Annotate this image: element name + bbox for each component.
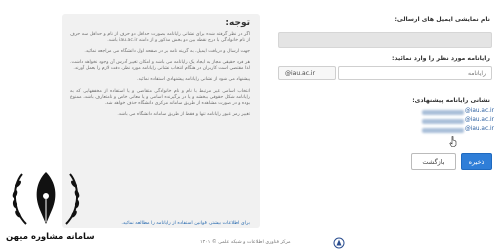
suggestion-domain: @iau.ac.ir xyxy=(464,108,494,114)
blurred-username xyxy=(422,110,464,115)
suggestion-item[interactable]: @iau.ac.ir xyxy=(406,117,496,126)
notes-title: توجه: xyxy=(225,18,250,28)
email-domain-addon: @iau.ac.ir xyxy=(278,66,336,80)
note-item: پیشنهاد می شود از نشانی رایانامه پیشنهاد… xyxy=(137,77,250,83)
username-label: رایانامه مورد نظر را وارد نمائید: xyxy=(391,55,490,62)
note-item: تغییر رمز عبور رایانامه تنها و فقط از طر… xyxy=(117,111,250,117)
display-name-label: نام نمایشی ایمیل های ارسالی: xyxy=(394,16,490,23)
save-button[interactable]: ذخیره xyxy=(461,153,492,170)
university-logo-icon xyxy=(333,237,345,249)
blurred-username xyxy=(422,128,464,133)
rules-link[interactable]: برای اطلاعات بیشتر، قوانین استفاده از را… xyxy=(121,221,250,226)
email-username-input[interactable] xyxy=(338,66,492,80)
notes-body: اگر در نظر گرفته شده برای نشانی رایانامه… xyxy=(70,32,250,123)
email-registration-page: توجه: اگر در نظر گرفته شده برای نشانی را… xyxy=(0,0,500,250)
display-name-field[interactable] xyxy=(278,32,492,48)
note-item: هر فرد حقیقی مجاز به ایجاد یک رایانامه م… xyxy=(70,60,250,72)
note-item: انتخاب اسامی غیر مرتبط با نام و نام خانو… xyxy=(70,88,250,106)
suggestion-list: @iau.ac.ir @iau.ac.ir @iau.ac.ir xyxy=(406,108,496,135)
watermark-text: سامانه مشاوره میهن xyxy=(6,232,95,242)
pen-nib-logo-icon xyxy=(12,172,80,225)
suggestion-item[interactable]: @iau.ac.ir xyxy=(406,126,496,135)
hand-cursor-icon xyxy=(449,136,457,147)
registration-form: نام نمایشی ایمیل های ارسالی: رایانامه مو… xyxy=(278,0,500,232)
suggested-label: نشانی رایانامه پیشنهادی: xyxy=(412,97,490,104)
suggestion-domain: @iau.ac.ir xyxy=(464,126,494,132)
blurred-username xyxy=(422,119,464,124)
footer-text: مرکز فناوری اطلاعات و شبکه علمی © ۱۴۰۱ xyxy=(200,240,291,245)
back-button[interactable]: بازگشت xyxy=(411,153,456,170)
suggestion-item[interactable]: @iau.ac.ir xyxy=(406,108,496,117)
suggestion-domain: @iau.ac.ir xyxy=(464,117,494,123)
watermark-logo: سامانه مشاوره میهن xyxy=(0,166,95,250)
note-item: جهت ارسال و دریافت ایمیل، به گزینه نامه … xyxy=(84,49,250,55)
email-input-group: @iau.ac.ir xyxy=(278,66,492,82)
note-item: اگر در نظر گرفته شده برای نشانی رایانامه… xyxy=(70,32,250,44)
